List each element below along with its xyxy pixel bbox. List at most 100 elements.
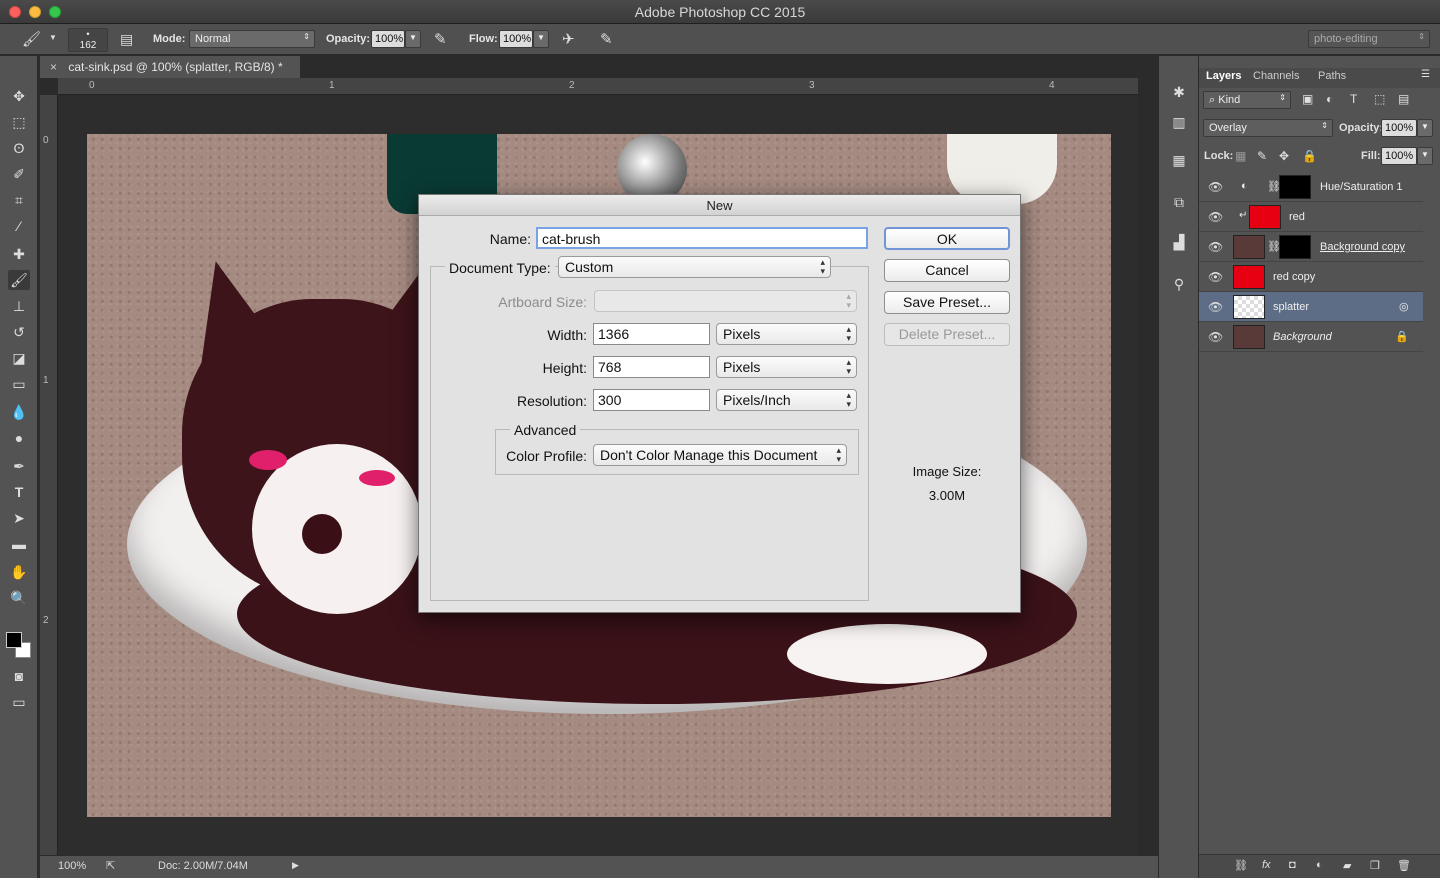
panel-menu-icon[interactable]: ☰ — [1421, 69, 1430, 80]
name-field[interactable]: cat-brush — [536, 227, 868, 249]
status-menu-arrow-icon[interactable]: ▶ — [292, 860, 299, 871]
filter-pixel-icon[interactable]: ▣ — [1302, 92, 1313, 106]
foreground-color-swatch[interactable] — [6, 632, 22, 648]
brush-size-picker[interactable]: • 162 — [68, 28, 108, 52]
layer-row-red[interactable]: 👁 ↵ red — [1199, 202, 1423, 232]
brush-tool-icon[interactable]: 🖌 — [22, 30, 41, 48]
flow-input[interactable]: 100% — [499, 30, 533, 48]
lasso-tool-icon[interactable]: ʘ — [8, 138, 30, 158]
height-unit-select[interactable]: Pixels ▴ ▾ — [716, 356, 857, 378]
brush-panel-icon[interactable]: ▤ — [120, 31, 133, 48]
opacity-dropdown[interactable]: ▼ — [405, 30, 421, 48]
hand-tool-icon[interactable]: ✋ — [8, 562, 30, 582]
layer-row-splatter[interactable]: 👁 splatter ◎ — [1199, 292, 1423, 322]
width-field[interactable]: 1366 — [593, 323, 710, 345]
clone-source-icon[interactable]: ⚲ — [1168, 274, 1190, 294]
properties-icon[interactable]: ⧉ — [1168, 192, 1190, 212]
advanced-toggle[interactable]: Advanced — [510, 422, 581, 438]
type-tool-icon[interactable]: T — [8, 482, 30, 502]
eye-icon[interactable]: 👁 — [1208, 300, 1223, 314]
flow-dropdown[interactable]: ▼ — [533, 30, 549, 48]
brush-presets-icon[interactable]: ▟ — [1168, 232, 1190, 252]
zoom-level[interactable]: 100% — [58, 860, 86, 872]
filter-shape-icon[interactable]: ⬚ — [1374, 92, 1385, 106]
resolution-field[interactable]: 300 — [593, 389, 710, 411]
eye-icon[interactable]: 👁 — [1208, 180, 1223, 194]
link-layers-icon[interactable]: ⛓ — [1234, 859, 1248, 872]
eye-icon[interactable]: 👁 — [1208, 330, 1223, 344]
width-unit-select[interactable]: Pixels ▴ ▾ — [716, 323, 857, 345]
path-select-tool-icon[interactable]: ➤ — [8, 508, 30, 528]
delete-layer-icon[interactable]: 🗑 — [1397, 859, 1411, 872]
clone-stamp-tool-icon[interactable]: ⊥ — [8, 296, 30, 316]
cancel-button[interactable]: Cancel — [884, 259, 1010, 282]
lock-all-icon[interactable]: 🔒 — [1302, 149, 1317, 163]
screen-mode-icon[interactable]: ▭ — [8, 692, 30, 712]
close-tab-icon[interactable]: × — [50, 60, 57, 74]
shape-tool-icon[interactable]: ▬ — [8, 534, 30, 554]
layer-opacity-input[interactable]: 100% — [1381, 119, 1417, 137]
ok-button[interactable]: OK — [884, 227, 1010, 250]
blend-mode-select[interactable]: Overlay ⇕ — [1203, 119, 1333, 137]
fill-input[interactable]: 100% — [1381, 147, 1417, 165]
tab-paths[interactable]: Paths — [1318, 70, 1346, 82]
crop-tool-icon[interactable]: ⌗ — [8, 190, 30, 210]
histogram-icon[interactable]: ▥ — [1168, 112, 1190, 132]
eraser-tool-icon[interactable]: ◪ — [8, 348, 30, 368]
layer-opacity-dropdown[interactable]: ▼ — [1417, 119, 1433, 137]
filter-type-icon[interactable]: T — [1350, 92, 1357, 106]
save-preset-button[interactable]: Save Preset... — [884, 291, 1010, 314]
filter-smart-object-icon[interactable]: ▤ — [1398, 92, 1409, 106]
pressure-opacity-icon[interactable]: ✎ — [434, 30, 447, 48]
layer-style-icon[interactable]: ◎ — [1399, 300, 1409, 313]
new-layer-icon[interactable]: ❐ — [1370, 859, 1380, 872]
healing-brush-tool-icon[interactable]: ✚ — [8, 244, 30, 264]
height-field[interactable]: 768 — [593, 356, 710, 378]
adjustments-icon[interactable]: ✱ — [1168, 82, 1190, 102]
document-tab[interactable]: × cat-sink.psd @ 100% (splatter, RGB/8) … — [40, 56, 300, 78]
history-brush-tool-icon[interactable]: ↺ — [8, 322, 30, 342]
libraries-icon[interactable]: ▦ — [1168, 150, 1190, 170]
eye-icon[interactable]: 👁 — [1208, 210, 1223, 224]
eyedropper-tool-icon[interactable]: ⁄ — [8, 216, 30, 236]
dodge-tool-icon[interactable]: ● — [8, 428, 30, 448]
add-mask-icon[interactable]: ◘ — [1289, 859, 1296, 871]
mode-select[interactable]: Normal ⇕ — [189, 30, 315, 48]
workspace-select[interactable]: photo-editing ⇕ — [1308, 30, 1430, 48]
airbrush-icon[interactable]: ✈ — [562, 30, 575, 48]
marquee-tool-icon[interactable]: ⬚ — [8, 112, 30, 132]
resolution-unit-value: Pixels/Inch — [723, 392, 791, 408]
fill-dropdown[interactable]: ▼ — [1417, 147, 1433, 165]
quick-mask-icon[interactable]: ◙ — [8, 666, 30, 686]
pen-tool-icon[interactable]: ✒ — [8, 456, 30, 476]
move-tool-icon[interactable]: ✥ — [8, 86, 30, 106]
brush-tool-icon[interactable]: 🖌 — [8, 270, 30, 290]
resolution-unit-select[interactable]: Pixels/Inch ▴ ▾ — [716, 389, 857, 411]
share-icon[interactable]: ⇱ — [106, 859, 115, 872]
lock-image-icon[interactable]: ✎ — [1257, 149, 1267, 163]
layer-row-hue-saturation[interactable]: 👁 ◐ ⛓ Hue/Saturation 1 — [1199, 172, 1423, 202]
gradient-tool-icon[interactable]: ▭ — [8, 374, 30, 394]
tab-layers[interactable]: Layers — [1206, 70, 1241, 82]
new-adjustment-icon[interactable]: ◐ — [1316, 859, 1323, 871]
eye-icon[interactable]: 👁 — [1208, 240, 1223, 254]
color-profile-select[interactable]: Don't Color Manage this Document ▴ ▾ — [593, 444, 847, 466]
tab-channels[interactable]: Channels — [1253, 70, 1299, 82]
layer-row-background-copy[interactable]: 👁 ⛓ Background copy — [1199, 232, 1423, 262]
layer-filter-select[interactable]: ⌕ Kind ⇕ — [1203, 91, 1291, 109]
filter-adjustment-icon[interactable]: ◐ — [1326, 92, 1333, 106]
lock-position-icon[interactable]: ✥ — [1279, 149, 1289, 163]
opacity-input[interactable]: 100% — [371, 30, 405, 48]
fx-icon[interactable]: fx — [1262, 859, 1271, 871]
chevron-down-icon[interactable]: ▼ — [49, 33, 57, 42]
zoom-tool-icon[interactable]: 🔍 — [8, 588, 30, 608]
new-group-icon[interactable]: ▰ — [1343, 859, 1351, 872]
layer-row-red-copy[interactable]: 👁 red copy — [1199, 262, 1423, 292]
document-type-select[interactable]: Custom ▴ ▾ — [558, 256, 831, 278]
lock-transparent-icon[interactable]: ▦ — [1235, 149, 1246, 163]
blur-tool-icon[interactable]: 💧 — [8, 402, 30, 422]
layer-row-background[interactable]: 👁 Background 🔒 — [1199, 322, 1423, 352]
pressure-size-icon[interactable]: ✎ — [600, 30, 613, 48]
quick-select-tool-icon[interactable]: ✐ — [8, 164, 30, 184]
eye-icon[interactable]: 👁 — [1208, 270, 1223, 284]
